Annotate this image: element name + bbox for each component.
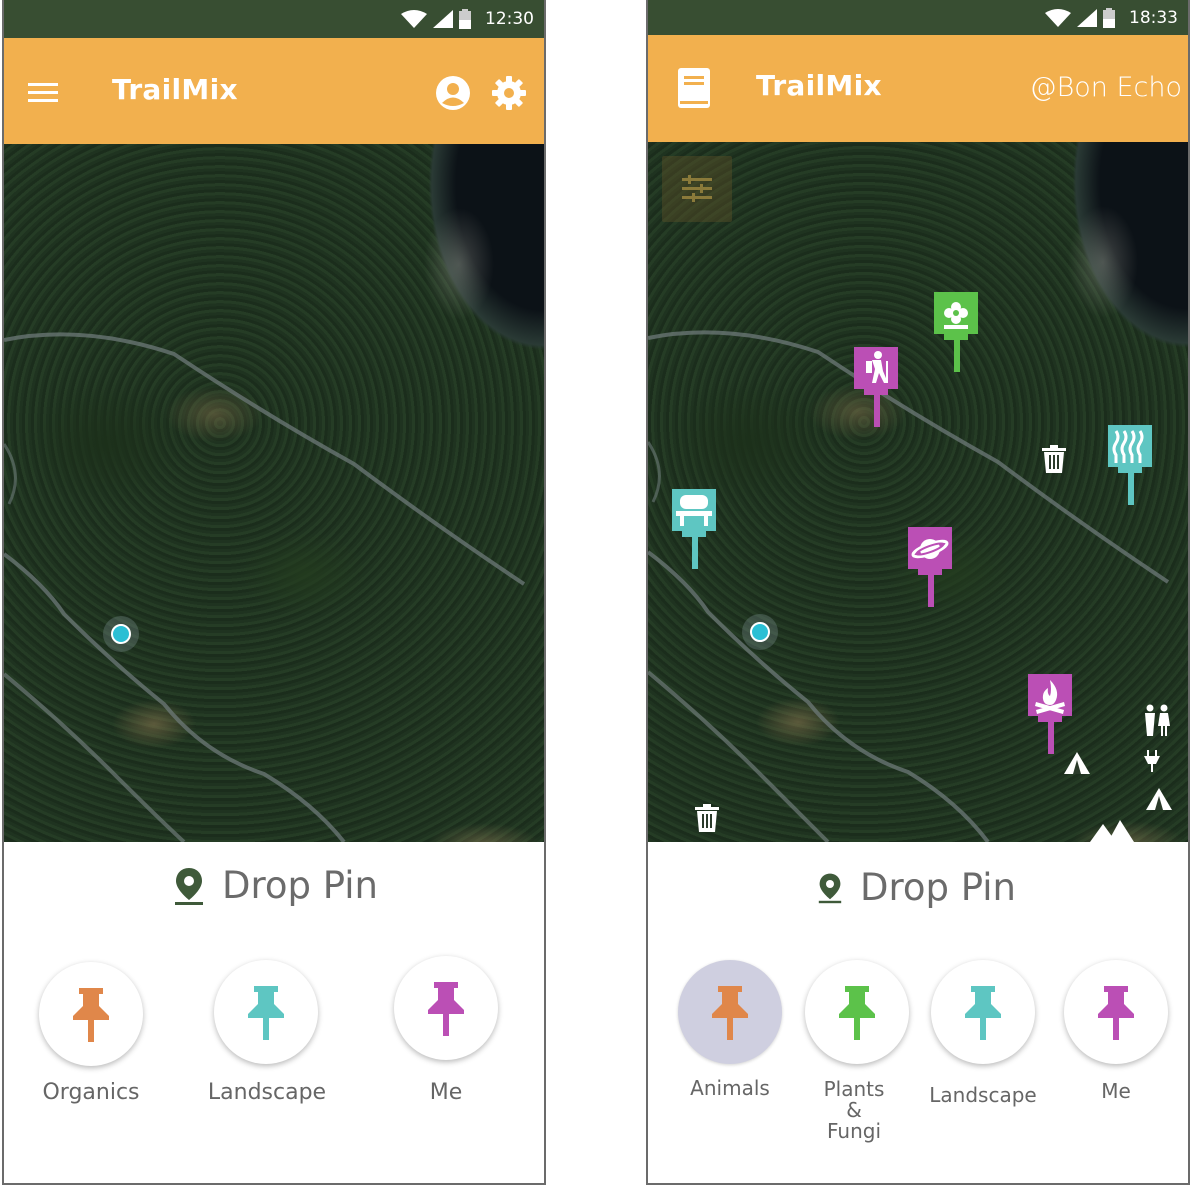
current-location-marker — [742, 614, 778, 650]
app-title: TrailMix — [756, 69, 882, 102]
category-label-plants-fungi: Plants & Fungi — [798, 1079, 910, 1142]
status-time: 12:30 — [485, 9, 534, 29]
category-label-organics: Organics — [42, 1080, 140, 1105]
wifi-icon — [401, 10, 427, 28]
menu-icon[interactable] — [28, 82, 58, 104]
category-button-landscape[interactable] — [214, 960, 318, 1064]
signal-icon — [433, 10, 453, 28]
satellite-map[interactable] — [4, 144, 544, 842]
gear-icon[interactable] — [492, 76, 526, 110]
phone-screen-left: 12:30 TrailMix Drop Pin Organics Landsca… — [2, 0, 546, 1185]
waterfall-pin[interactable] — [1102, 425, 1158, 505]
wifi-icon — [1045, 8, 1071, 27]
pushpin-icon — [73, 988, 109, 1042]
pushpin-icon — [1098, 986, 1134, 1040]
category-label-line: Fungi — [826, 1119, 881, 1143]
battery-icon — [459, 9, 471, 29]
filter-button[interactable] — [662, 156, 732, 222]
outlet-icon[interactable] — [1144, 750, 1160, 772]
category-button-organics[interactable] — [39, 962, 143, 1066]
category-label-me: Me — [429, 1080, 463, 1105]
trash-icon[interactable] — [1042, 445, 1066, 473]
location-pin-icon — [818, 873, 842, 903]
drop-pin-label: Drop Pin — [860, 866, 1017, 909]
pushpin-icon — [248, 986, 284, 1040]
drop-pin-header: Drop Pin — [174, 864, 378, 907]
book-icon[interactable] — [678, 68, 710, 108]
flower-pin[interactable] — [928, 292, 984, 372]
app-bar: TrailMix — [4, 38, 544, 144]
planet-pin[interactable] — [902, 527, 958, 607]
map-roads — [4, 332, 526, 842]
category-button-me[interactable] — [1064, 960, 1168, 1064]
app-bar: TrailMix @Bon Echo — [648, 35, 1188, 142]
tent-icon[interactable] — [1146, 788, 1172, 810]
category-label-line: & — [846, 1098, 862, 1122]
pushpin-icon — [965, 986, 1001, 1040]
hiker-pin[interactable] — [848, 347, 904, 427]
status-bar: 12:30 — [4, 0, 544, 38]
category-button-me[interactable] — [394, 956, 498, 1060]
category-button-landscape[interactable] — [931, 960, 1035, 1064]
category-button-animals[interactable] — [678, 960, 782, 1064]
tent-icon[interactable] — [1064, 752, 1090, 774]
app-title: TrailMix — [112, 73, 238, 106]
location-pin-icon — [175, 867, 203, 905]
satellite-map[interactable] — [648, 142, 1188, 842]
pushpin-icon — [428, 982, 464, 1036]
account-circle-icon[interactable] — [436, 76, 470, 110]
current-location-marker — [103, 616, 139, 652]
bench-pin[interactable] — [666, 489, 722, 569]
pushpin-icon — [712, 986, 748, 1040]
category-label-line: Plants — [823, 1077, 885, 1101]
sliders-icon — [682, 175, 712, 202]
bottom-panel: Drop Pin Animals Plants & Fungi Landscap… — [648, 842, 1188, 1183]
status-bar: 18:33 — [648, 0, 1188, 35]
phone-screen-right: 18:33 TrailMix @Bon Echo Drop Pin Animal… — [646, 0, 1190, 1185]
signal-icon — [1077, 8, 1097, 27]
category-label-landscape: Landscape — [929, 1083, 1037, 1107]
category-button-plants-fungi[interactable] — [805, 960, 909, 1064]
restroom-icon[interactable] — [1144, 704, 1170, 736]
battery-icon — [1103, 7, 1115, 28]
trash-icon[interactable] — [695, 804, 719, 832]
tent-icon[interactable] — [1090, 820, 1134, 842]
drop-pin-label: Drop Pin — [222, 864, 379, 907]
category-label-landscape: Landscape — [207, 1080, 327, 1105]
pushpin-icon — [839, 986, 875, 1040]
category-label-animals: Animals — [690, 1076, 770, 1100]
category-label-me: Me — [1101, 1079, 1131, 1103]
drop-pin-header: Drop Pin — [818, 866, 1016, 909]
park-handle: @Bon Echo — [1029, 72, 1182, 103]
status-time: 18:33 — [1129, 7, 1178, 28]
campfire-pin[interactable] — [1022, 674, 1078, 754]
bottom-panel: Drop Pin Organics Landscape Me — [4, 842, 544, 1183]
